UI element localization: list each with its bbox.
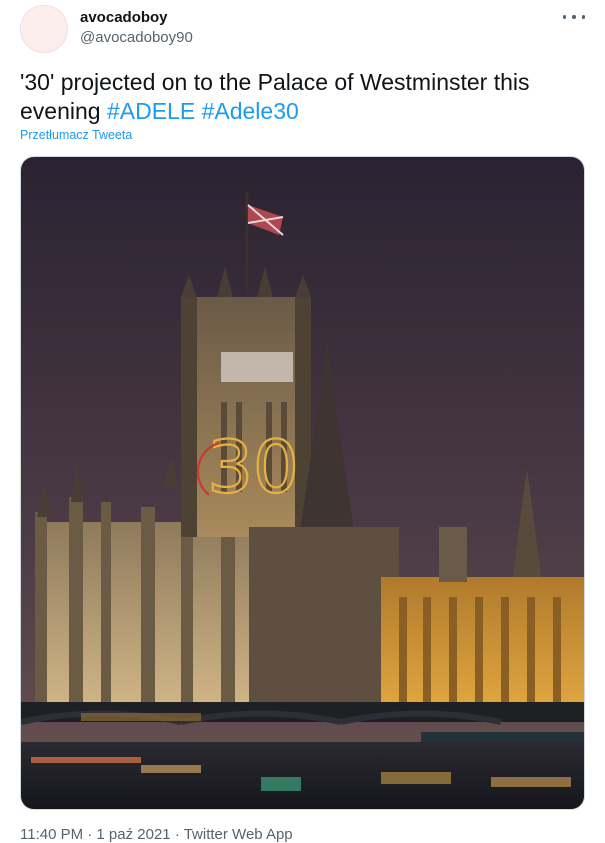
- tweet-text: '30' projected on to the Palace of Westm…: [20, 68, 585, 126]
- tweet-photo[interactable]: 30: [20, 156, 585, 810]
- translate-tweet-link[interactable]: Przetłumacz Tweeta: [20, 128, 132, 142]
- river-thames: [21, 742, 584, 809]
- tweet-timestamp[interactable]: 11:40 PM · 1 paź 2021 · Twitter Web App: [20, 826, 293, 843]
- projected-30: 30: [207, 425, 299, 509]
- more-horizontal-icon[interactable]: [563, 10, 585, 24]
- westminster-photo-illustration: 30: [21, 157, 584, 809]
- tweet: avocadoboy @avocadoboy90 '30' projected …: [0, 0, 605, 843]
- hashtag-adele[interactable]: #ADELE: [107, 98, 195, 124]
- username-handle[interactable]: @avocadoboy90: [80, 29, 193, 46]
- avatar[interactable]: [20, 5, 68, 53]
- display-name[interactable]: avocadoboy: [80, 9, 168, 26]
- hashtag-adele30[interactable]: #Adele30: [202, 98, 299, 124]
